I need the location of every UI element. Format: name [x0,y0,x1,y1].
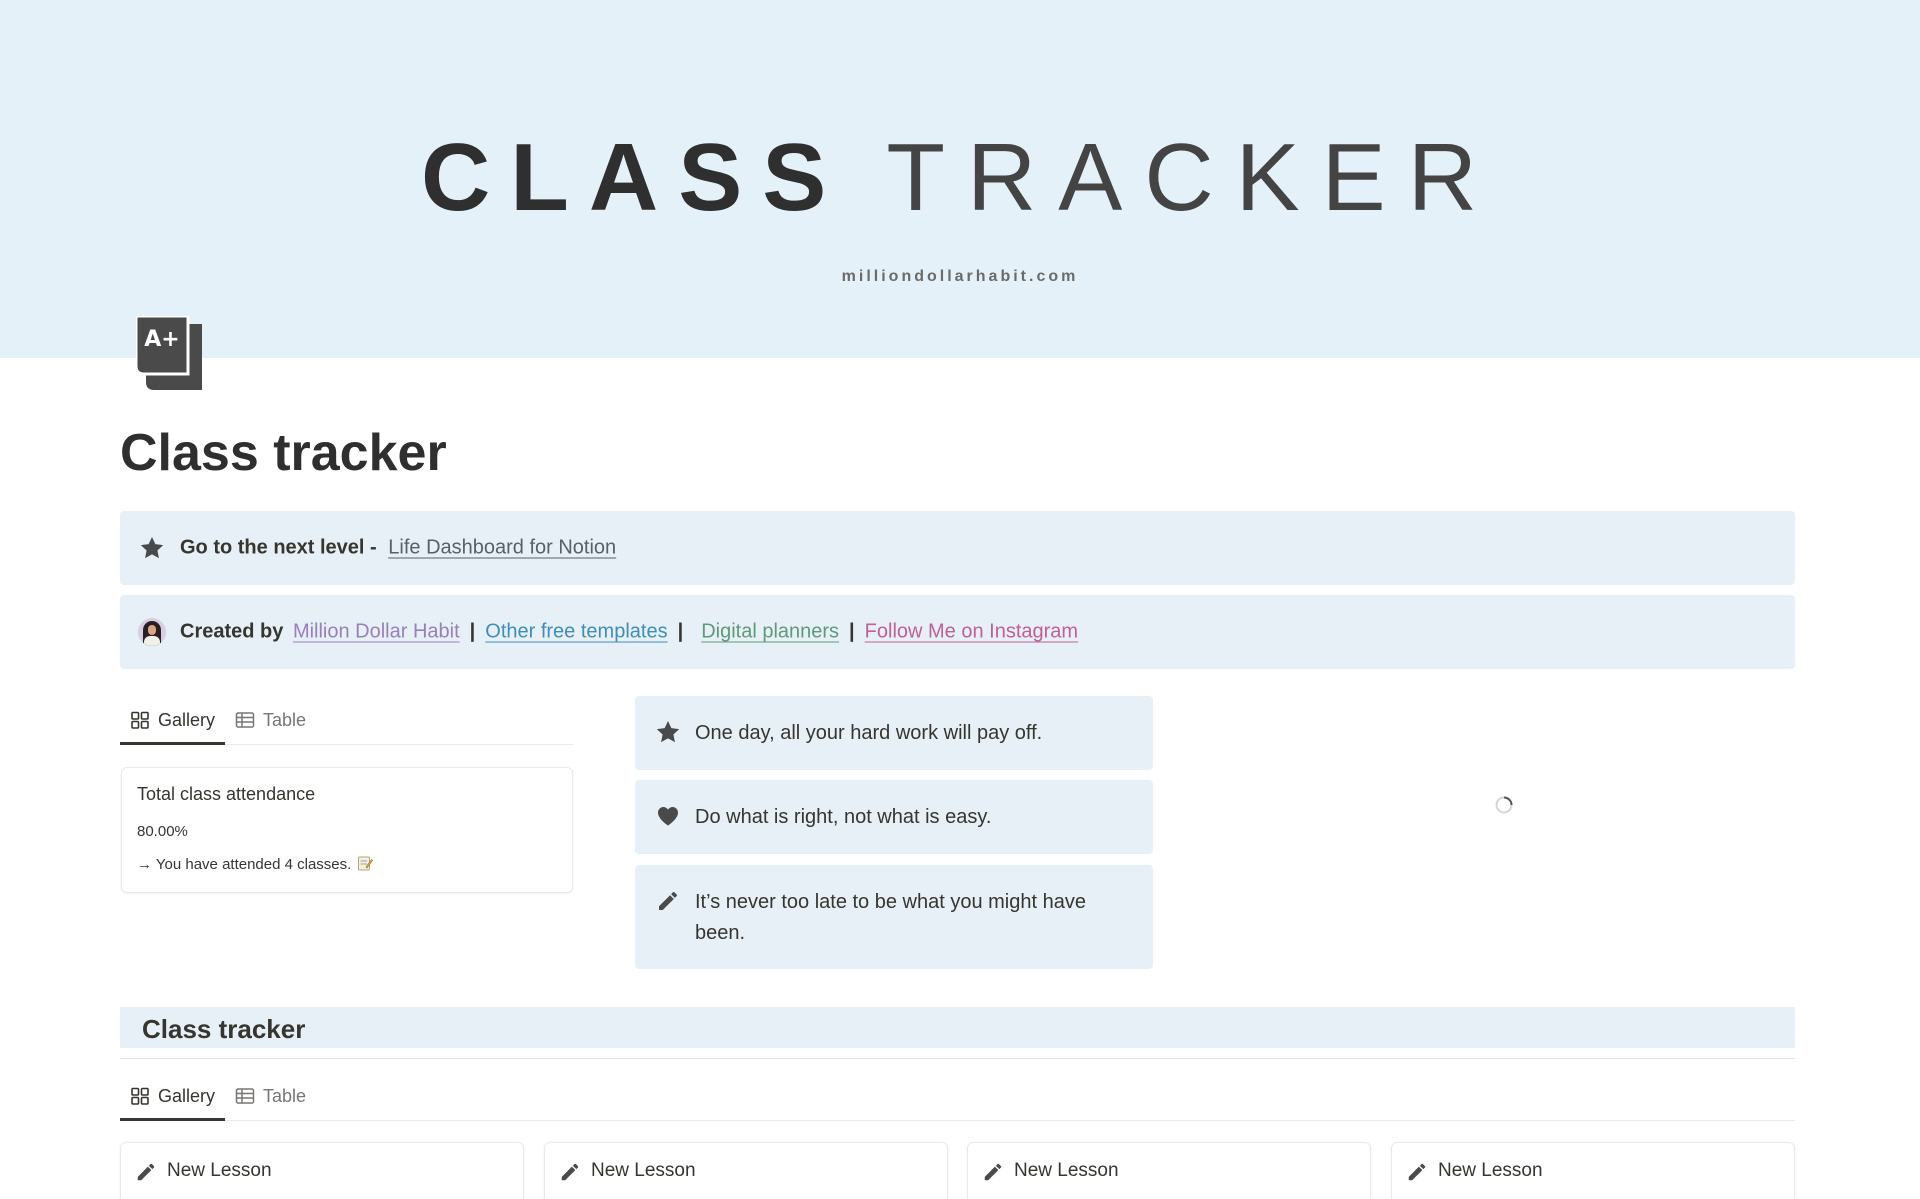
section-heading-text: Class tracker [142,1014,306,1044]
section-divider [120,1058,1795,1059]
star-icon [653,717,683,747]
attendance-view-tabs: Gallery Table [120,696,573,745]
separator: | [849,620,855,643]
next-level-label: Go to the next level - [180,536,377,559]
lesson-card-title: New Lesson [1438,1160,1543,1181]
life-dashboard-link[interactable]: Life Dashboard for Notion [388,537,616,559]
author-link[interactable]: Million Dollar Habit [293,621,460,643]
lesson-card[interactable]: New Lesson [120,1142,524,1199]
tab-table-label: Table [263,709,307,730]
tab-gallery-label: Gallery [158,709,216,730]
instagram-link[interactable]: Follow Me on Instagram [865,621,1078,643]
other-templates-link[interactable]: Other free templates [485,621,667,643]
digital-planners-link[interactable]: Digital planners [701,621,839,643]
attendance-percent: 80.00% [137,823,188,840]
page-title[interactable]: Class tracker [120,420,447,486]
tab-gallery[interactable]: Gallery [120,696,226,745]
next-level-callout: Go to the next level - Life Dashboard fo… [120,511,1795,585]
next-level-text: Go to the next level - Life Dashboard fo… [180,537,616,560]
class-tracker-view-tabs: Gallery Table [120,1072,1795,1121]
attendance-note-text: → You have attended 4 classes. [137,856,352,873]
attendance-note: → You have attended 4 classes. [137,855,374,873]
lesson-card-title: New Lesson [167,1160,272,1181]
pencil-icon [559,1161,581,1183]
lesson-card[interactable]: New Lesson [1391,1142,1795,1199]
cover-title-bold: CLASS [420,124,847,231]
lesson-card-title: New Lesson [591,1160,696,1181]
lesson-card-title: New Lesson [1014,1160,1119,1181]
pencil-icon [653,886,683,916]
lesson-card[interactable]: New Lesson [544,1142,948,1199]
attendance-card-title: Total class attendance [137,784,316,804]
heart-icon [653,801,683,831]
tab-gallery[interactable]: Gallery [120,1072,226,1121]
table-icon [235,710,255,730]
credits-text: Created by Million Dollar Habit | Other fr… [180,621,1078,644]
gallery-icon [130,1086,150,1106]
attendance-card[interactable]: Total class attendance 80.00% → You have… [121,767,573,893]
tab-table[interactable]: Table [225,696,316,744]
memo-icon [357,855,374,871]
pencil-icon [1406,1161,1428,1183]
lesson-card[interactable]: New Lesson [967,1142,1371,1199]
separator: | [469,620,476,643]
pencil-icon [982,1161,1004,1183]
created-by-label: Created by [180,620,284,643]
star-icon [138,534,166,562]
quote-callout: Do what is right, not what is easy. [635,780,1153,854]
cover-url: milliondollarhabit.com [841,268,1079,285]
quote-text: It’s never too late to be what you might… [695,891,1086,944]
cover-title-thin: TRACKER [886,124,1500,231]
pencil-icon [135,1161,157,1183]
gallery-icon [130,710,150,730]
quote-callout: One day, all your hard work will pay off… [635,696,1153,770]
a-plus-stack-icon[interactable]: A+ [134,314,208,392]
svg-text:A+: A+ [144,327,179,352]
separator: | [677,620,684,643]
cover-title: CLASS TRACKER [0,128,1920,228]
tab-gallery-label: Gallery [158,1085,216,1106]
quote-text: Do what is right, not what is easy. [695,806,992,828]
quote-text: One day, all your hard work will pay off… [695,722,1043,744]
section-heading[interactable]: Class tracker [120,1007,1795,1048]
tab-table[interactable]: Table [225,1072,316,1120]
avatar [138,618,166,646]
quote-callout: It’s never too late to be what you might… [635,865,1153,969]
tab-table-label: Table [263,1085,307,1106]
table-icon [235,1086,255,1106]
credits-callout: Created by Million Dollar Habit | Other fr… [120,595,1795,669]
loading-spinner-icon [1494,795,1514,815]
page-cover[interactable]: CLASS TRACKER milliondollarhabit.com [0,0,1920,358]
